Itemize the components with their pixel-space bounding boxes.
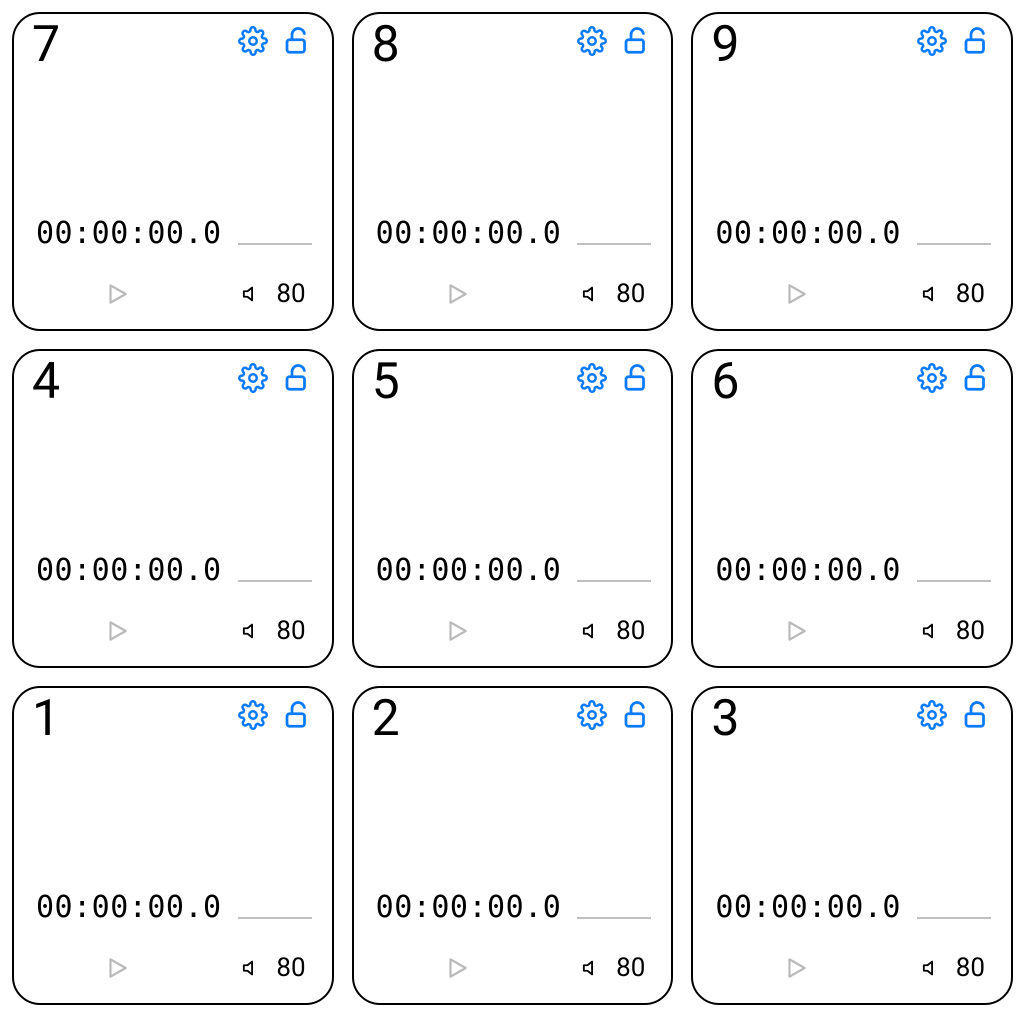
pad-number: 8 <box>372 20 400 70</box>
play-icon[interactable] <box>104 618 130 644</box>
gear-icon[interactable] <box>577 363 607 393</box>
pad-number: 4 <box>32 357 60 407</box>
sound-pad-card[interactable]: 7 00:00:00.0 80 <box>12 12 334 331</box>
unlock-icon[interactable] <box>621 26 651 56</box>
elapsed-time: 00:00:00.0 <box>36 216 222 251</box>
volume-value[interactable]: 80 <box>276 616 305 646</box>
track-name-input[interactable] <box>577 243 651 245</box>
pad-number: 1 <box>32 694 60 744</box>
volume-value[interactable]: 80 <box>616 279 645 309</box>
speaker-icon[interactable] <box>582 283 604 305</box>
unlock-icon[interactable] <box>282 700 312 730</box>
unlock-icon[interactable] <box>961 700 991 730</box>
sound-pad-grid: 7 00:00:00.0 80 <box>0 0 1025 1017</box>
volume-value[interactable]: 80 <box>956 279 985 309</box>
play-icon[interactable] <box>783 618 809 644</box>
gear-icon[interactable] <box>238 26 268 56</box>
play-icon[interactable] <box>104 955 130 981</box>
track-name-input[interactable] <box>577 580 651 582</box>
gear-icon[interactable] <box>577 26 607 56</box>
elapsed-time: 00:00:00.0 <box>36 553 222 588</box>
play-icon[interactable] <box>444 955 470 981</box>
volume-value[interactable]: 80 <box>276 953 305 983</box>
track-name-input[interactable] <box>917 580 991 582</box>
gear-icon[interactable] <box>577 700 607 730</box>
unlock-icon[interactable] <box>282 363 312 393</box>
sound-pad-card[interactable]: 5 00:00:00.0 80 <box>352 349 674 668</box>
speaker-icon[interactable] <box>922 283 944 305</box>
sound-pad-card[interactable]: 4 00:00:00.0 80 <box>12 349 334 668</box>
play-icon[interactable] <box>444 281 470 307</box>
sound-pad-card[interactable]: 9 00:00:00.0 80 <box>691 12 1013 331</box>
volume-value[interactable]: 80 <box>956 953 985 983</box>
sound-pad-card[interactable]: 3 00:00:00.0 80 <box>691 686 1013 1005</box>
pad-number: 3 <box>711 694 739 744</box>
volume-value[interactable]: 80 <box>956 616 985 646</box>
gear-icon[interactable] <box>238 363 268 393</box>
gear-icon[interactable] <box>917 700 947 730</box>
elapsed-time: 00:00:00.0 <box>376 216 562 251</box>
play-icon[interactable] <box>783 281 809 307</box>
unlock-icon[interactable] <box>961 26 991 56</box>
elapsed-time: 00:00:00.0 <box>715 890 901 925</box>
play-icon[interactable] <box>104 281 130 307</box>
play-icon[interactable] <box>444 618 470 644</box>
speaker-icon[interactable] <box>242 620 264 642</box>
sound-pad-card[interactable]: 1 00:00:00.0 80 <box>12 686 334 1005</box>
track-name-input[interactable] <box>238 917 312 919</box>
speaker-icon[interactable] <box>242 283 264 305</box>
unlock-icon[interactable] <box>621 363 651 393</box>
gear-icon[interactable] <box>917 363 947 393</box>
speaker-icon[interactable] <box>242 957 264 979</box>
gear-icon[interactable] <box>917 26 947 56</box>
volume-value[interactable]: 80 <box>616 616 645 646</box>
pad-number: 2 <box>372 694 400 744</box>
elapsed-time: 00:00:00.0 <box>715 216 901 251</box>
unlock-icon[interactable] <box>961 363 991 393</box>
play-icon[interactable] <box>783 955 809 981</box>
track-name-input[interactable] <box>577 917 651 919</box>
gear-icon[interactable] <box>238 700 268 730</box>
pad-number: 5 <box>372 357 400 407</box>
speaker-icon[interactable] <box>582 620 604 642</box>
speaker-icon[interactable] <box>922 620 944 642</box>
track-name-input[interactable] <box>238 580 312 582</box>
volume-value[interactable]: 80 <box>276 279 305 309</box>
unlock-icon[interactable] <box>621 700 651 730</box>
elapsed-time: 00:00:00.0 <box>376 890 562 925</box>
pad-number: 9 <box>711 20 739 70</box>
speaker-icon[interactable] <box>922 957 944 979</box>
pad-number: 7 <box>32 20 60 70</box>
speaker-icon[interactable] <box>582 957 604 979</box>
track-name-input[interactable] <box>917 917 991 919</box>
pad-number: 6 <box>711 357 739 407</box>
sound-pad-card[interactable]: 2 00:00:00.0 80 <box>352 686 674 1005</box>
unlock-icon[interactable] <box>282 26 312 56</box>
elapsed-time: 00:00:00.0 <box>36 890 222 925</box>
elapsed-time: 00:00:00.0 <box>376 553 562 588</box>
sound-pad-card[interactable]: 6 00:00:00.0 80 <box>691 349 1013 668</box>
volume-value[interactable]: 80 <box>616 953 645 983</box>
elapsed-time: 00:00:00.0 <box>715 553 901 588</box>
sound-pad-card[interactable]: 8 00:00:00.0 80 <box>352 12 674 331</box>
track-name-input[interactable] <box>917 243 991 245</box>
track-name-input[interactable] <box>238 243 312 245</box>
